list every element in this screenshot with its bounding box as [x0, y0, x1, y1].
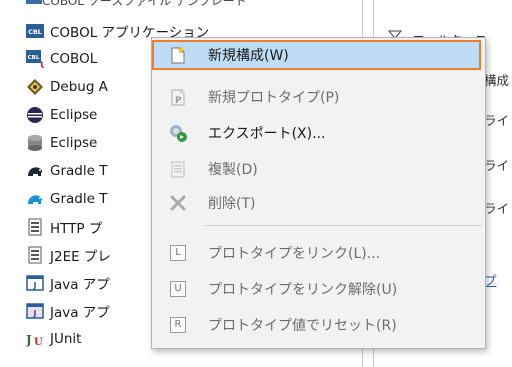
svg-text:J: J [26, 333, 32, 347]
svg-text:CBL: CBL [28, 28, 42, 36]
menu-separator [204, 225, 482, 226]
tree-item-label: HTTP プ [50, 221, 103, 237]
database-icon [26, 134, 44, 152]
tree-item-junit[interactable]: JU JUnit [26, 328, 81, 350]
panel-text: 構成 [484, 73, 510, 88]
tree-item-java-applet[interactable]: J Java アプ [26, 300, 110, 322]
tree-item-label: Eclipse [50, 135, 98, 151]
menu-item-label: 新規構成(W) [208, 48, 289, 64]
tree-item-java-app[interactable]: J Java アプ [26, 272, 110, 294]
panel-text: ライ [484, 201, 510, 216]
tree-item-gradle-2[interactable]: Gradle T [26, 188, 107, 210]
duplicate-icon [168, 159, 188, 179]
menu-item-new-config[interactable]: 新規構成(W) [152, 40, 481, 70]
menu-item-label: 削除(T) [208, 196, 256, 212]
menu-item-label: プロトタイプをリンク解除(U) [208, 282, 398, 298]
svg-text:P: P [175, 96, 182, 106]
svg-text:J: J [33, 281, 37, 290]
reset-prototype-icon: R [168, 315, 188, 335]
tree-item-label: Gradle T [50, 163, 108, 179]
tree-item-eclipse-2[interactable]: Eclipse [26, 132, 97, 154]
junit-icon: JU [26, 330, 44, 348]
link-prototype-letter: L [170, 245, 186, 261]
new-prototype-icon: P [168, 87, 188, 107]
menu-item-label: プロトタイプをリンク(L)... [208, 246, 381, 262]
tree-item-label: Java アプ [50, 305, 110, 321]
panel-text: ライ [484, 158, 510, 173]
unlink-prototype-icon: U [168, 279, 188, 299]
menu-item-export[interactable]: エクスポート(X)... [154, 118, 483, 148]
menu-item-label: エクスポート(X)... [208, 126, 326, 142]
menu-item-label: 新規プロトタイプ(P) [208, 90, 340, 106]
tree-item-http[interactable]: HTTP プ [26, 216, 102, 238]
tree-item-label: COBOL ソースファイル テンプレート [42, 0, 247, 8]
tree-item-label: JUnit [50, 331, 82, 347]
panel-text: ライ [484, 113, 510, 128]
menu-item-label: プロトタイプ値でリセット(R) [208, 318, 397, 334]
unlink-prototype-letter: U [170, 281, 186, 297]
export-icon [168, 123, 188, 143]
tree-item-j2ee[interactable]: J2EE プレ [26, 244, 111, 266]
gradle-blue-icon [26, 190, 44, 208]
svg-text:U: U [34, 337, 43, 347]
java-app-icon: J [26, 274, 44, 292]
svg-text:U: U [40, 61, 44, 68]
tree-item-label: J2EE プレ [50, 249, 111, 265]
svg-text:CBL: CBL [28, 55, 40, 61]
gradle-icon [26, 162, 44, 180]
tree-item-debug[interactable]: Debug A [26, 76, 108, 98]
tree-item-eclipse-1[interactable]: Eclipse [26, 104, 97, 126]
cobol-app-icon: CBL [26, 22, 44, 40]
tree-item-label: COBOL [50, 51, 98, 67]
menu-item-unlink-prototype[interactable]: U プロトタイプをリンク解除(U) [154, 274, 483, 304]
menu-item-reset-prototype[interactable]: R プロトタイプ値でリセット(R) [154, 310, 483, 340]
delete-icon [168, 193, 188, 213]
tree-item-label: Java アプ [50, 277, 110, 293]
menu-item-label: 複製(D) [208, 162, 258, 178]
cobol-unit-icon: CBL U [26, 50, 44, 68]
link-prototype-icon: L [168, 243, 188, 263]
j2ee-icon [26, 246, 44, 264]
eclipse-icon [26, 106, 44, 124]
debug-icon [26, 78, 44, 96]
tree-item-gradle-1[interactable]: Gradle T [26, 160, 107, 182]
menu-item-duplicate[interactable]: 複製(D) [154, 154, 483, 184]
menu-item-link-prototype[interactable]: L プロトタイプをリンク(L)... [154, 238, 483, 268]
menu-item-new-prototype[interactable]: P 新規プロトタイプ(P) [154, 82, 483, 112]
svg-text:J: J [33, 309, 37, 318]
java-applet-icon: J [26, 302, 44, 320]
new-config-icon [168, 45, 188, 65]
tree-item-label: Eclipse [50, 107, 98, 123]
cobol-template-icon [26, 0, 42, 8]
reset-prototype-letter: R [170, 317, 186, 333]
context-menu: 新規構成(W) P 新規プロトタイプ(P) エクスポート(X)... 複製(D)… [151, 37, 486, 349]
tree-item-label: Debug A [50, 79, 108, 95]
tree-item-cobol[interactable]: CBL U COBOL [26, 48, 97, 70]
http-icon [26, 218, 44, 236]
tree-item-label: Gradle T [50, 191, 108, 207]
tree-item-cut[interactable]: COBOL ソースファイル テンプレート [26, 0, 247, 9]
menu-item-delete[interactable]: 削除(T) [154, 188, 483, 218]
